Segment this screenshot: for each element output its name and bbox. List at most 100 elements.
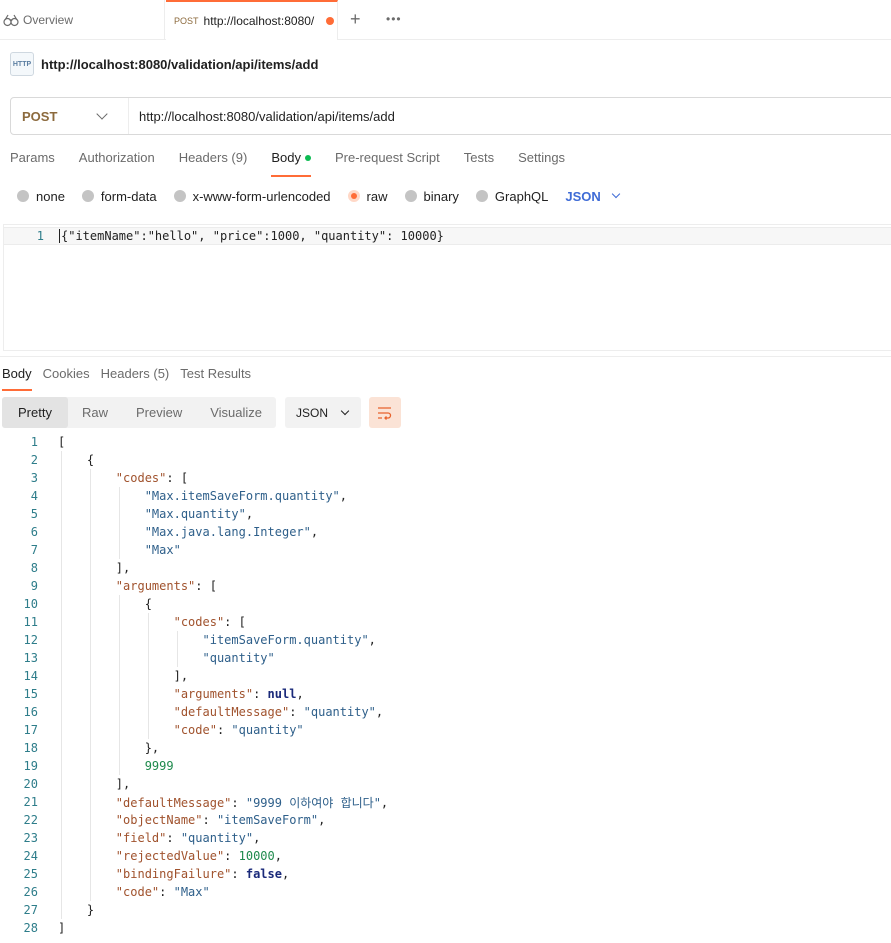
code-line: 20 ], <box>0 775 891 793</box>
view-visualize-button[interactable]: Visualize <box>196 397 276 428</box>
code-line: 28] <box>0 919 891 937</box>
line-number: 21 <box>23 795 38 809</box>
code-text: "objectName": "itemSaveForm", <box>115 813 326 827</box>
radio-form-data[interactable]: form-data <box>81 188 157 204</box>
wrap-lines-button[interactable] <box>369 397 402 428</box>
code-line: 23 "field": "quantity", <box>0 829 891 847</box>
line-number: 17 <box>23 723 38 737</box>
code-text: "codes": [ <box>173 615 246 629</box>
line-number: 1 <box>30 435 38 449</box>
tab-params[interactable]: Params <box>10 150 55 170</box>
code-line: 27 } <box>0 901 891 919</box>
code-line: 17 "code": "quantity" <box>0 721 891 739</box>
line-number: 22 <box>23 813 38 827</box>
code-line: 11 "codes": [ <box>0 613 891 631</box>
code-text: "Max.quantity", <box>144 507 254 521</box>
code-text: "Max.itemSaveForm.quantity", <box>144 489 348 503</box>
radio-label: none <box>36 188 65 204</box>
code-text: "arguments": [ <box>115 579 217 593</box>
editor-line: 1 {"itemName":"hello", "price":1000, "qu… <box>4 227 891 245</box>
tab-pre-request-script[interactable]: Pre-request Script <box>335 150 440 170</box>
code-text: ], <box>58 669 189 683</box>
request-tabs: Params Authorization Headers (9) Body Pr… <box>10 150 589 177</box>
code-line: 6 "Max.java.lang.Integer", <box>0 523 891 541</box>
code-text: { <box>58 597 152 611</box>
chevron-down-icon <box>611 189 621 199</box>
tab-response-body[interactable]: Body <box>2 366 32 391</box>
code-text: "Max" <box>144 543 181 557</box>
tab-request[interactable]: POST http://localhost:8080/ <box>166 0 338 40</box>
view-raw-button[interactable]: Raw <box>68 397 122 428</box>
line-number: 19 <box>23 759 38 773</box>
response-body-viewer[interactable]: 1[2 {3 "codes": [4 "Max.itemSaveForm.qua… <box>0 433 891 937</box>
new-tab-button[interactable]: + <box>350 10 361 28</box>
line-number: 28 <box>23 921 38 935</box>
view-preview-button[interactable]: Preview <box>122 397 196 428</box>
request-title[interactable]: http://localhost:8080/validation/api/ite… <box>41 57 318 72</box>
code-text: "defaultMessage": "quantity", <box>173 705 384 719</box>
body-language-select[interactable]: JSON <box>565 189 621 204</box>
code-text: "code": "Max" <box>115 885 210 899</box>
code-line: 18 }, <box>0 739 891 757</box>
tab-authorization[interactable]: Authorization <box>79 150 155 170</box>
radio-icon <box>81 190 94 202</box>
tab-test-results[interactable]: Test Results <box>180 366 251 381</box>
code-text: "bindingFailure": false, <box>115 867 290 881</box>
tab-tests[interactable]: Tests <box>464 150 494 170</box>
response-format-select[interactable]: JSON <box>285 397 362 428</box>
request-body-editor[interactable]: 1 {"itemName":"hello", "price":1000, "qu… <box>3 224 891 351</box>
unsaved-dot-icon <box>325 17 334 25</box>
line-number: 16 <box>23 705 38 719</box>
code-text: "Max.java.lang.Integer", <box>144 525 319 539</box>
code-line: 19 9999 <box>0 757 891 775</box>
radio-label: form-data <box>100 188 157 204</box>
line-number: 11 <box>23 615 38 629</box>
more-tabs-button[interactable]: ••• <box>386 12 402 26</box>
radio-none[interactable]: none <box>17 189 65 204</box>
tab-settings[interactable]: Settings <box>518 150 565 170</box>
response-tabs: Body Cookies Headers (5) Test Results <box>0 356 891 391</box>
code-line: 9 "arguments": [ <box>0 577 891 595</box>
radio-graphql[interactable]: GraphQL <box>475 188 549 204</box>
request-body-text[interactable]: {"itemName":"hello", "price":1000, "quan… <box>59 229 444 243</box>
line-number: 4 <box>30 489 38 503</box>
code-line: 4 "Max.itemSaveForm.quantity", <box>0 487 891 505</box>
tab-overview[interactable]: Overview <box>0 0 165 40</box>
tab-body-label: Body <box>271 150 301 165</box>
radio-label: x-www-form-urlencoded <box>192 188 331 204</box>
tab-body[interactable]: Body <box>271 150 311 177</box>
line-number: 18 <box>23 741 38 755</box>
tab-bar: Overview POST http://localhost:8080/ + •… <box>0 0 891 40</box>
tab-headers[interactable]: Headers (9) <box>179 150 248 170</box>
tab-request-method: POST <box>174 16 199 26</box>
http-icon: HTTP <box>10 52 34 76</box>
code-line: 25 "bindingFailure": false, <box>0 865 891 883</box>
radio-label: binary <box>423 188 459 204</box>
line-number: 2 <box>30 453 38 467</box>
body-indicator-icon <box>304 154 311 161</box>
line-number: 15 <box>23 687 38 701</box>
view-pretty-button[interactable]: Pretty <box>2 397 68 428</box>
radio-icon <box>173 190 186 202</box>
wrap-lines-icon <box>378 406 392 420</box>
radio-icon <box>475 190 488 202</box>
chevron-down-icon <box>340 406 350 415</box>
code-text: "rejectedValue": 10000, <box>115 849 282 863</box>
code-text: ], <box>58 777 131 791</box>
line-number: 1 <box>36 229 44 243</box>
tab-cookies[interactable]: Cookies <box>43 366 90 381</box>
body-type-selector: none form-data x-www-form-urlencoded raw… <box>17 186 621 206</box>
radio-binary[interactable]: binary <box>404 188 459 204</box>
code-text: "codes": [ <box>115 471 189 485</box>
code-text: { <box>58 453 95 467</box>
url-input[interactable]: http://localhost:8080/validation/api/ite… <box>139 109 395 124</box>
radio-raw[interactable]: raw <box>347 188 388 204</box>
radio-label: raw <box>366 188 388 204</box>
method-select[interactable]: POST <box>11 98 129 134</box>
code-text: "arguments": null, <box>173 687 304 701</box>
line-number: 9 <box>30 579 38 593</box>
code-line: 15 "arguments": null, <box>0 685 891 703</box>
radio-label: GraphQL <box>494 188 549 204</box>
tab-response-headers[interactable]: Headers (5) <box>101 366 170 381</box>
radio-x-www-form-urlencoded[interactable]: x-www-form-urlencoded <box>173 188 331 204</box>
